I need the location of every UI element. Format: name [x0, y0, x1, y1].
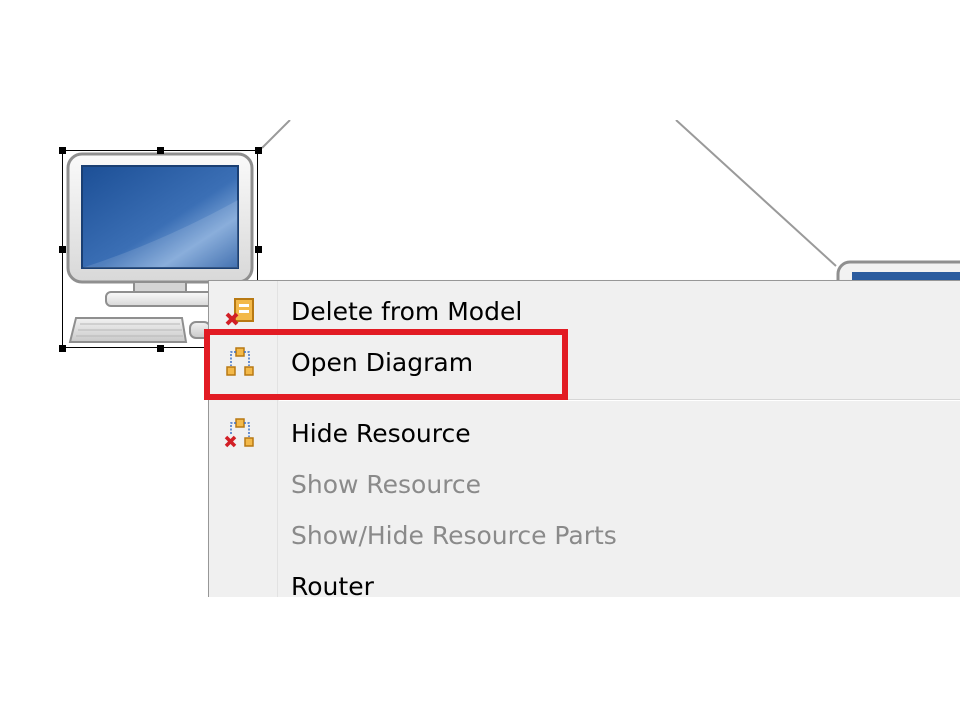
- resize-handle-right[interactable]: [255, 246, 262, 253]
- menu-item-label: Show/Hide Resource Parts: [291, 520, 617, 550]
- menu-item-delete-from-model[interactable]: Delete from Model: [209, 287, 960, 335]
- menu-separator-highlight: [279, 400, 960, 401]
- menu-item-open-diagram[interactable]: Open Diagram: [209, 338, 960, 386]
- resize-handle-top[interactable]: [157, 147, 164, 154]
- resize-handle-bottom-left[interactable]: [59, 345, 66, 352]
- resize-handle-left[interactable]: [59, 246, 66, 253]
- context-menu: Delete from Model Open Diagram Hide Reso…: [208, 280, 960, 597]
- menu-item-label: Delete from Model: [291, 296, 523, 326]
- menu-item-show-resource: Show Resource: [209, 460, 960, 508]
- diagram-viewport[interactable]: Delete from Model Open Diagram Hide Reso…: [0, 120, 960, 597]
- delete-from-model-icon: [223, 294, 257, 328]
- menu-item-show-hide-resource-parts: Show/Hide Resource Parts: [209, 511, 960, 559]
- connector-line-right[interactable]: [675, 120, 837, 267]
- menu-item-label: Open Diagram: [291, 347, 474, 377]
- menu-item-label: Router: [291, 571, 374, 598]
- hide-resource-icon: [223, 416, 257, 450]
- connector-line-left[interactable]: [261, 120, 291, 149]
- menu-item-hide-resource[interactable]: Hide Resource: [209, 409, 960, 457]
- open-diagram-icon: [223, 345, 257, 379]
- menu-item-label: Show Resource: [291, 469, 482, 499]
- resize-handle-top-left[interactable]: [59, 147, 66, 154]
- resize-handle-top-right[interactable]: [255, 147, 262, 154]
- diagram-canvas[interactable]: Delete from Model Open Diagram Hide Reso…: [0, 0, 960, 720]
- menu-item-router[interactable]: Router: [209, 562, 960, 598]
- menu-item-label: Hide Resource: [291, 418, 471, 448]
- resize-handle-bottom[interactable]: [157, 345, 164, 352]
